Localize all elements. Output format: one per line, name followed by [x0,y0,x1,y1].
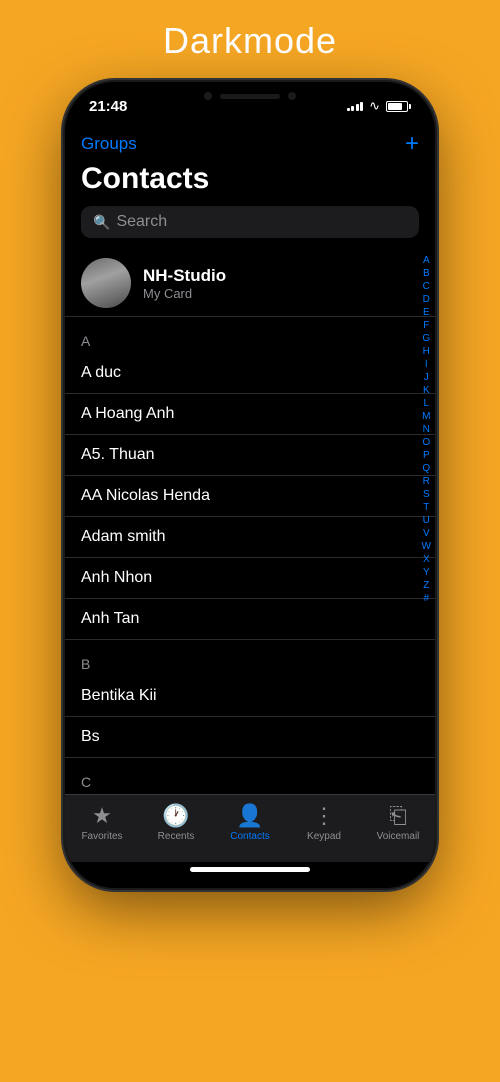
add-contact-button[interactable]: + [405,130,419,158]
alpha-e[interactable]: E [423,306,430,319]
alpha-q[interactable]: Q [422,462,430,475]
alpha-g[interactable]: G [422,332,430,345]
screen: 21:48 ∿ Gr [65,82,435,888]
alpha-b[interactable]: B [423,267,430,280]
tab-bar: ★ Favorites 🕐 Recents 👤 Contacts [65,794,435,862]
tab-contacts[interactable]: 👤 Contacts [213,803,287,842]
search-icon: 🔍 [93,214,110,231]
alpha-hash[interactable]: # [423,592,429,605]
section-header-c: C [65,758,435,794]
notch-speaker [220,94,280,99]
contact-item[interactable]: Bentika Kii [65,676,435,717]
section-header-a: A [65,317,435,353]
notch-sensor [288,92,296,100]
alpha-a[interactable]: A [423,254,430,267]
alpha-t[interactable]: T [423,501,429,514]
alpha-j[interactable]: J [424,371,429,384]
tab-voicemail[interactable]: ⎗ Voicemail [361,803,435,842]
page-title: Darkmode [163,20,337,62]
recents-icon: 🕐 [162,803,189,829]
alpha-i[interactable]: I [425,358,428,371]
alpha-f[interactable]: F [423,319,429,332]
status-time: 21:48 [89,98,127,115]
section-header-b: B [65,640,435,676]
contact-item[interactable]: Anh Tan [65,599,435,640]
search-placeholder: Search [116,213,167,231]
signal-icon [347,102,364,111]
my-card-label: My Card [143,286,226,301]
favorites-icon: ★ [92,803,112,829]
avatar [81,258,131,308]
tab-keypad-label: Keypad [307,831,341,842]
contact-item[interactable]: A duc [65,353,435,394]
alpha-c[interactable]: C [423,280,430,293]
alpha-s[interactable]: S [423,488,430,501]
alpha-m[interactable]: M [422,410,430,423]
contact-item[interactable]: Adam smith [65,517,435,558]
contacts-title: Contacts [81,162,419,196]
alphabet-index[interactable]: A B C D E F G H I J K L M N O P Q [422,250,431,609]
alpha-p[interactable]: P [423,449,430,462]
contacts-icon: 👤 [236,803,263,829]
my-card-info: NH-Studio My Card [143,266,226,301]
status-icons: ∿ [347,98,411,114]
contacts-scroll[interactable]: NH-Studio My Card A A duc A Hoang Anh A5… [65,250,435,794]
tab-favorites-label: Favorites [81,831,122,842]
tab-keypad[interactable]: ⋮ Keypad [287,803,361,842]
alpha-l[interactable]: L [423,397,429,410]
alpha-z[interactable]: Z [423,579,429,592]
my-card-name: NH-Studio [143,266,226,286]
alpha-x[interactable]: X [423,553,430,566]
alpha-n[interactable]: N [423,423,430,436]
tab-voicemail-label: Voicemail [377,831,420,842]
contact-item[interactable]: A Hoang Anh [65,394,435,435]
my-card-row[interactable]: NH-Studio My Card [65,250,435,317]
alpha-v[interactable]: V [423,527,430,540]
groups-button[interactable]: Groups [81,134,137,154]
battery-icon [386,101,411,112]
alpha-y[interactable]: Y [423,566,430,579]
alpha-w[interactable]: W [422,540,431,553]
alpha-u[interactable]: U [423,514,430,527]
wifi-icon: ∿ [369,98,380,114]
app-content: Groups + Contacts 🔍 Search NH-Studio [65,122,435,888]
notch [170,82,330,110]
home-indicator [190,867,310,872]
tab-contacts-label: Contacts [230,831,269,842]
header-nav: Groups + [81,130,419,158]
keypad-icon: ⋮ [313,803,335,829]
alpha-o[interactable]: O [422,436,430,449]
alpha-k[interactable]: K [423,384,430,397]
tab-recents-label: Recents [158,831,195,842]
notch-camera [204,92,212,100]
contact-item[interactable]: AA Nicolas Henda [65,476,435,517]
phone-frame: 21:48 ∿ Gr [65,82,435,888]
alpha-d[interactable]: D [423,293,430,306]
bottom-area: ★ Favorites 🕐 Recents 👤 Contacts [65,794,435,888]
voicemail-icon: ⎗ [389,803,407,829]
contact-item[interactable]: Anh Nhon [65,558,435,599]
search-bar[interactable]: 🔍 Search [81,206,419,238]
contact-item[interactable]: A5. Thuan [65,435,435,476]
contacts-header: Groups + Contacts 🔍 Search [65,122,435,250]
alpha-h[interactable]: H [423,345,430,358]
tab-favorites[interactable]: ★ Favorites [65,803,139,842]
contact-item[interactable]: Bs [65,717,435,758]
alpha-r[interactable]: R [423,475,430,488]
tab-recents[interactable]: 🕐 Recents [139,803,213,842]
avatar-image [81,258,131,308]
